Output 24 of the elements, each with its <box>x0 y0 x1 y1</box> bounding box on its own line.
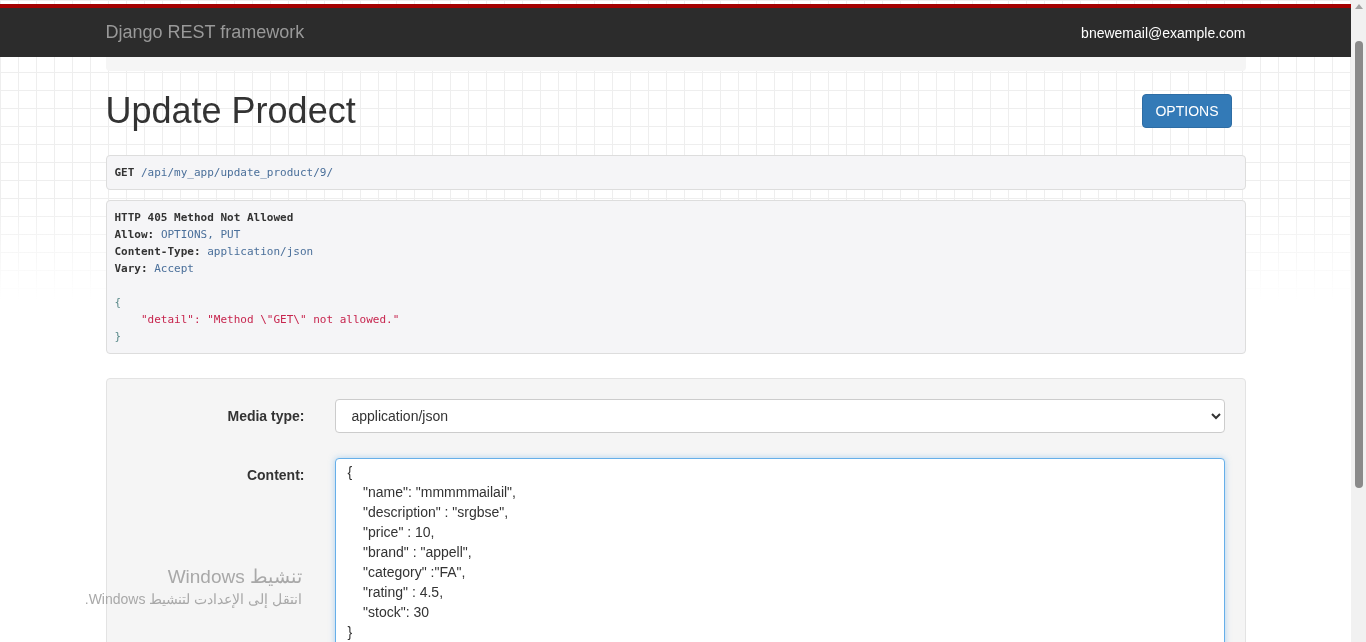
field-label: Content: <box>245 466 306 483</box>
field-label: Media type: <box>226 407 306 424</box>
activation-title: تنشيط Windows <box>166 565 302 589</box>
header-value: application/json <box>207 245 314 258</box>
request-method: GET <box>114 166 135 179</box>
media-type-select[interactable]: application/json <box>334 399 1225 433</box>
content-field[interactable]: { "name": "mmmmmailail", "description" : "srgbse", "price" : 10, "brand" : "appell", "category" :"FA", "rating" : 4.5, "stock": 30 } <box>334 458 1225 642</box>
header-value: Accept <box>154 262 194 275</box>
scrollbar-thumb[interactable] <box>1354 41 1363 488</box>
json-line: "detail": "Method \"GET\" not allowed." <box>141 313 400 326</box>
header-name: Vary: <box>114 262 148 275</box>
options-button[interactable]: OPTIONS <box>1142 94 1232 128</box>
page-title: Update Prodect <box>105 91 356 131</box>
header-value: OPTIONS, PUT <box>160 228 241 241</box>
request-path: /api/my_app/update_product/9/ <box>141 166 334 179</box>
user-menu[interactable]: bnewemail@example.com <box>1081 24 1246 41</box>
brand-link[interactable]: Django REST framework <box>105 22 305 43</box>
json-brace: } <box>114 330 122 343</box>
scroll-up-icon[interactable] <box>1354 4 1363 9</box>
header-name: Allow: <box>114 228 155 241</box>
header-name: Content-Type: <box>114 245 201 258</box>
activation-message: انتقل إلى الإعدادت لتنشيط Windows. <box>83 590 302 609</box>
response-status: HTTP 405 Method Not Allowed <box>114 211 294 224</box>
json-brace: { <box>114 296 122 309</box>
